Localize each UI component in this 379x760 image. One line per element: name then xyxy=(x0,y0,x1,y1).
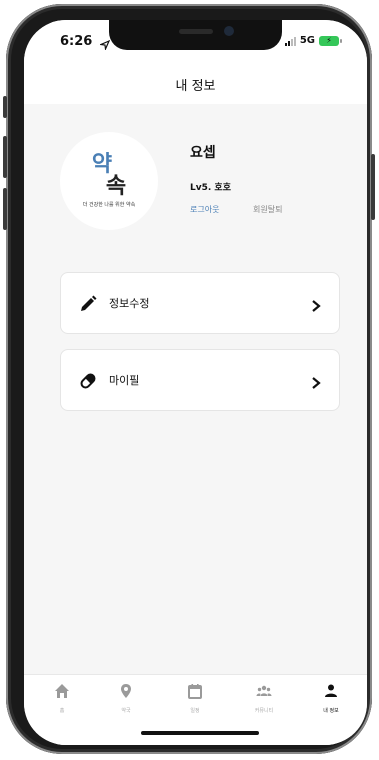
home-icon xyxy=(54,683,70,703)
network-label: 5G xyxy=(299,35,315,46)
notch xyxy=(109,20,282,50)
profile-name: 요셉 xyxy=(190,145,216,161)
power-button xyxy=(371,154,375,220)
profile-level: Lv5. 호호 xyxy=(190,183,231,193)
page-title: 내 정보 xyxy=(175,78,216,94)
volume-up-button xyxy=(3,136,7,178)
phone-frame: 6:26 5G ⚡ 내 정보 약 속 더 건강한 나를 위한 약속 요셉 Lv5… xyxy=(3,4,375,754)
withdraw-link[interactable]: 회원탈퇴 xyxy=(253,204,282,215)
tab-pharmacy[interactable]: 약국 xyxy=(101,683,151,714)
edit-profile-button[interactable]: 정보수정 xyxy=(60,272,340,334)
chevron-right-icon xyxy=(311,297,321,312)
tab-my-info-label: 내 정보 xyxy=(323,708,339,714)
tab-schedule[interactable]: 일정 xyxy=(170,683,220,714)
app-logo-avatar: 약 속 더 건강한 나를 위한 약속 xyxy=(60,132,158,230)
map-pin-icon xyxy=(118,683,134,703)
tab-pharmacy-label: 약국 xyxy=(121,708,131,714)
pencil-icon xyxy=(79,295,97,313)
front-camera xyxy=(224,26,234,36)
status-indicators: 5G ⚡ xyxy=(284,35,342,46)
chevron-right-icon xyxy=(311,374,321,389)
tab-community[interactable]: 커뮤니티 xyxy=(239,683,289,714)
tab-home[interactable]: 홈 xyxy=(37,683,87,714)
speaker-grille xyxy=(179,29,213,34)
calendar-icon xyxy=(187,683,203,703)
page-header: 내 정보 xyxy=(24,64,367,104)
logo-top-char: 약 xyxy=(91,152,113,177)
tab-schedule-label: 일정 xyxy=(190,708,200,714)
tab-my-info[interactable]: 내 정보 xyxy=(306,683,356,714)
battery-charging-icon: ⚡ xyxy=(319,35,342,46)
edit-profile-label: 정보수정 xyxy=(109,297,150,310)
community-icon xyxy=(256,683,272,703)
signal-icon xyxy=(284,36,296,46)
volume-down-button xyxy=(3,188,7,230)
app-screen: 6:26 5G ⚡ 내 정보 약 속 더 건강한 나를 위한 약속 요셉 Lv5… xyxy=(24,20,367,745)
status-time: 6:26 xyxy=(60,34,93,49)
logout-link[interactable]: 로그아웃 xyxy=(190,204,219,215)
profile-section: 약 속 더 건강한 나를 위한 약속 요셉 Lv5. 호호 로그아웃 회원탈퇴 xyxy=(24,104,367,244)
logo-tagline: 더 건강한 나를 위한 약속 xyxy=(82,202,136,208)
logo-bottom-char: 속 xyxy=(105,174,127,199)
tab-community-label: 커뮤니티 xyxy=(254,708,274,714)
my-pill-label: 마이필 xyxy=(109,374,140,387)
silent-switch xyxy=(3,96,7,118)
pill-icon xyxy=(79,372,97,390)
location-arrow-icon xyxy=(98,35,111,54)
tab-home-label: 홈 xyxy=(59,708,65,714)
home-indicator xyxy=(141,731,259,735)
user-icon xyxy=(323,683,339,703)
my-pill-button[interactable]: 마이필 xyxy=(60,349,340,411)
